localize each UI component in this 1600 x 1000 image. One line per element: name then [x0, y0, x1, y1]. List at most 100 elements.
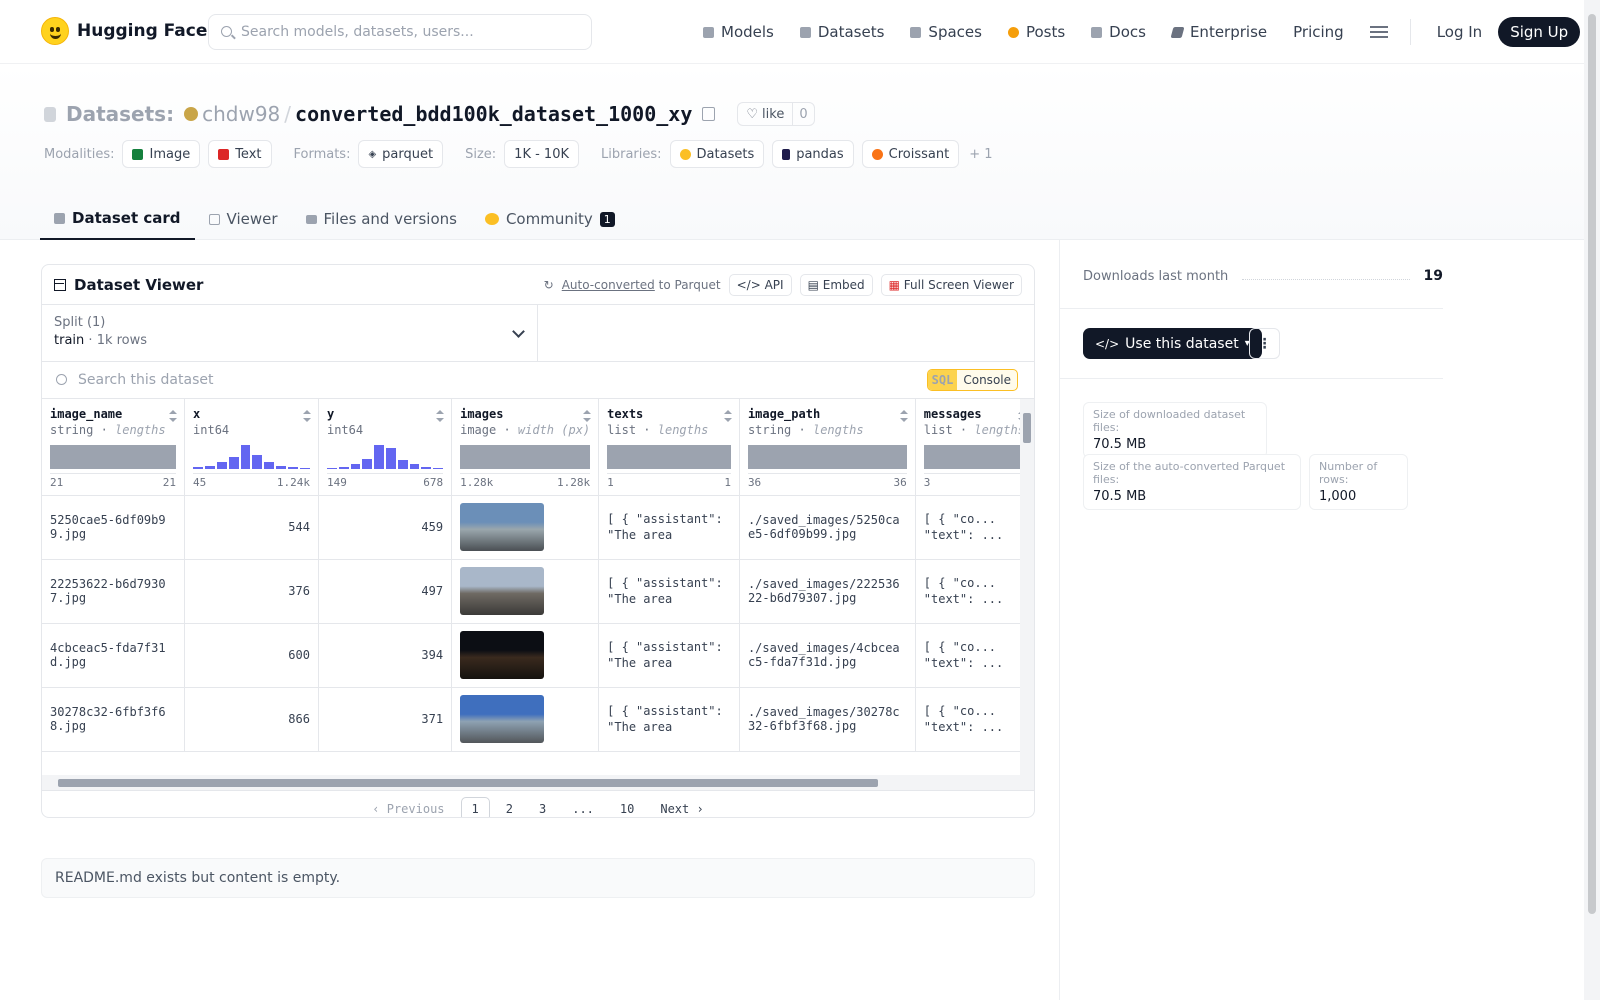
- cell-image-name[interactable]: 4cbceac5-fda7f31d.jpg: [42, 623, 186, 688]
- cell-image[interactable]: [451, 495, 600, 560]
- tag-parquet[interactable]: ◈ parquet: [358, 140, 444, 168]
- cell-image-path[interactable]: ./saved_images/30278c32-6fbf3f68.jpg: [739, 687, 916, 752]
- cell-image[interactable]: [451, 623, 600, 688]
- table-row[interactable]: 4cbceac5-fda7f31d.jpg 600 394 [ { "assistan…: [42, 623, 1034, 688]
- next-page-button[interactable]: Next ›: [650, 798, 713, 817]
- cell-image-path[interactable]: ./saved_images/5250cae5-6df09b99.jpg: [739, 495, 916, 560]
- more-tags[interactable]: + 1: [969, 147, 992, 162]
- cell-y[interactable]: 459: [318, 495, 453, 560]
- cell-y[interactable]: 394: [318, 623, 453, 688]
- nav-spaces[interactable]: Spaces: [910, 23, 982, 41]
- sort-icon[interactable]: [169, 410, 178, 422]
- cell-texts[interactable]: [ { "assistant": "The area around...: [598, 623, 740, 688]
- cell-image[interactable]: [451, 687, 600, 752]
- distribution-bar: [923, 445, 1025, 469]
- tab-files[interactable]: Files and versions: [292, 198, 471, 240]
- tag-pandas[interactable]: pandas: [772, 140, 854, 168]
- cell-image-path[interactable]: ./saved_images/22253622-b6d79307.jpg: [739, 559, 916, 624]
- column-header-image-name[interactable]: image_name string · lengths 21 21: [42, 399, 186, 496]
- table-row[interactable]: 5250cae5-6df09b99.jpg 544 459 [ { "assistan…: [42, 495, 1034, 560]
- cell-x[interactable]: 376: [184, 559, 319, 624]
- repo-type-label[interactable]: Datasets:: [66, 102, 174, 126]
- auto-converted-link[interactable]: Auto-converted: [562, 278, 655, 292]
- cell-messages[interactable]: [ { "co... "text": ...: [915, 495, 1034, 560]
- cell-y[interactable]: 371: [318, 687, 453, 752]
- nav-datasets[interactable]: Datasets: [799, 23, 884, 41]
- tab-dataset-card[interactable]: Dataset card: [40, 198, 195, 240]
- split-dropdown[interactable]: Split (1) train · 1k rows: [42, 305, 538, 361]
- brand-logo[interactable]: Hugging Face: [41, 17, 207, 45]
- sort-icon[interactable]: [583, 410, 592, 422]
- page-scrollbar[interactable]: [1584, 0, 1600, 1000]
- cell-x[interactable]: 866: [184, 687, 319, 752]
- sort-icon[interactable]: [723, 410, 732, 422]
- owner-avatar[interactable]: [184, 107, 199, 121]
- like-button[interactable]: ♡ like 0: [737, 102, 815, 126]
- column-header-y[interactable]: y int64 149 678: [318, 399, 453, 496]
- vertical-scrollbar[interactable]: [1020, 399, 1034, 775]
- nav-models[interactable]: Models: [703, 23, 774, 41]
- full-screen-viewer-button[interactable]: ▦ Full Screen Viewer: [880, 273, 1022, 296]
- cell-texts[interactable]: [ { "assistant": "The area around...: [598, 495, 740, 560]
- tag-datasets-library[interactable]: Datasets: [669, 140, 765, 168]
- page-10-button[interactable]: 10: [610, 798, 644, 817]
- nav-docs[interactable]: Docs: [1091, 23, 1146, 41]
- cell-x[interactable]: 600: [184, 623, 319, 688]
- page-3-button[interactable]: 3: [529, 798, 556, 817]
- nav-enterprise[interactable]: Enterprise: [1170, 23, 1267, 41]
- previous-page-button[interactable]: ‹ Previous: [362, 798, 454, 817]
- signup-button[interactable]: Sign Up: [1498, 17, 1581, 47]
- tag-text[interactable]: Text: [208, 140, 272, 168]
- cell-texts[interactable]: [ { "assistant": "The area around...: [598, 687, 740, 752]
- image-thumbnail[interactable]: [460, 631, 545, 679]
- nav-posts[interactable]: Posts: [1007, 23, 1065, 41]
- column-header-image-path[interactable]: image_path string · lengths 36 36: [739, 399, 916, 496]
- login-link[interactable]: Log In: [1437, 23, 1483, 41]
- cell-image-path[interactable]: ./saved_images/4cbceac5-fda7f31d.jpg: [739, 623, 916, 688]
- tag-size[interactable]: 1K - 10K: [504, 140, 579, 168]
- use-this-dataset-button[interactable]: </> Use this dataset ▾: [1083, 328, 1262, 359]
- sort-icon[interactable]: [436, 410, 445, 422]
- repo-name[interactable]: converted_bdd100k_dataset_1000_xy: [295, 102, 692, 126]
- api-button[interactable]: </> API: [728, 273, 792, 296]
- tab-viewer[interactable]: Viewer: [195, 198, 292, 240]
- page-1-button[interactable]: 1: [460, 797, 490, 817]
- sql-console-button[interactable]: SQL Console: [926, 369, 1018, 391]
- more-options-icon[interactable]: ⋮: [1249, 328, 1280, 359]
- image-thumbnail[interactable]: [460, 567, 545, 615]
- column-header-messages[interactable]: messages list · lengths 3: [915, 399, 1034, 496]
- page-2-button[interactable]: 2: [496, 798, 523, 817]
- horizontal-scrollbar[interactable]: [42, 775, 1034, 791]
- embed-button[interactable]: ▤ Embed: [799, 273, 873, 296]
- cell-image[interactable]: [451, 559, 600, 624]
- cell-image-name[interactable]: 22253622-b6d79307.jpg: [42, 559, 186, 624]
- copy-icon[interactable]: [702, 107, 716, 121]
- column-header-images[interactable]: images image · width (px) 1.28k 1.28k: [451, 399, 600, 496]
- tab-community[interactable]: Community 1: [471, 198, 629, 240]
- cell-messages[interactable]: [ { "co... "text": ...: [915, 559, 1034, 624]
- sort-icon[interactable]: [302, 410, 311, 422]
- sort-icon[interactable]: [899, 410, 908, 422]
- image-thumbnail[interactable]: [460, 503, 545, 551]
- table-row[interactable]: 30278c32-6fbf3f68.jpg 866 371 [ { "assistan…: [42, 687, 1034, 752]
- dataset-search-input[interactable]: Search this dataset SQL Console: [42, 362, 1034, 399]
- cell-image-name[interactable]: 30278c32-6fbf3f68.jpg: [42, 687, 186, 752]
- more-menu-icon[interactable]: [1369, 26, 1388, 38]
- global-search-input[interactable]: Search models, datasets, users...: [208, 14, 592, 50]
- cell-y[interactable]: 497: [318, 559, 453, 624]
- owner-link[interactable]: chdw98: [202, 102, 280, 126]
- tag-image[interactable]: Image: [122, 140, 201, 168]
- column-range: 1.28k 1.28k: [460, 473, 591, 489]
- cell-texts[interactable]: [ { "assistant": "The area around...: [598, 559, 740, 624]
- table-row[interactable]: 22253622-b6d79307.jpg 376 497 [ { "assistan…: [42, 559, 1034, 624]
- cell-messages[interactable]: [ { "co... "text": ...: [915, 623, 1034, 688]
- column-header-x[interactable]: x int64 45 1.24k: [184, 399, 319, 496]
- cell-image-name[interactable]: 5250cae5-6df09b99.jpg: [42, 495, 186, 560]
- column-header-texts[interactable]: texts list · lengths 1 1: [598, 399, 740, 496]
- pandas-icon: [782, 148, 791, 160]
- nav-pricing[interactable]: Pricing: [1293, 23, 1344, 41]
- cell-messages[interactable]: [ { "co... "text": ...: [915, 687, 1034, 752]
- image-thumbnail[interactable]: [460, 695, 545, 743]
- tag-croissant[interactable]: Croissant: [861, 140, 960, 168]
- cell-x[interactable]: 544: [184, 495, 319, 560]
